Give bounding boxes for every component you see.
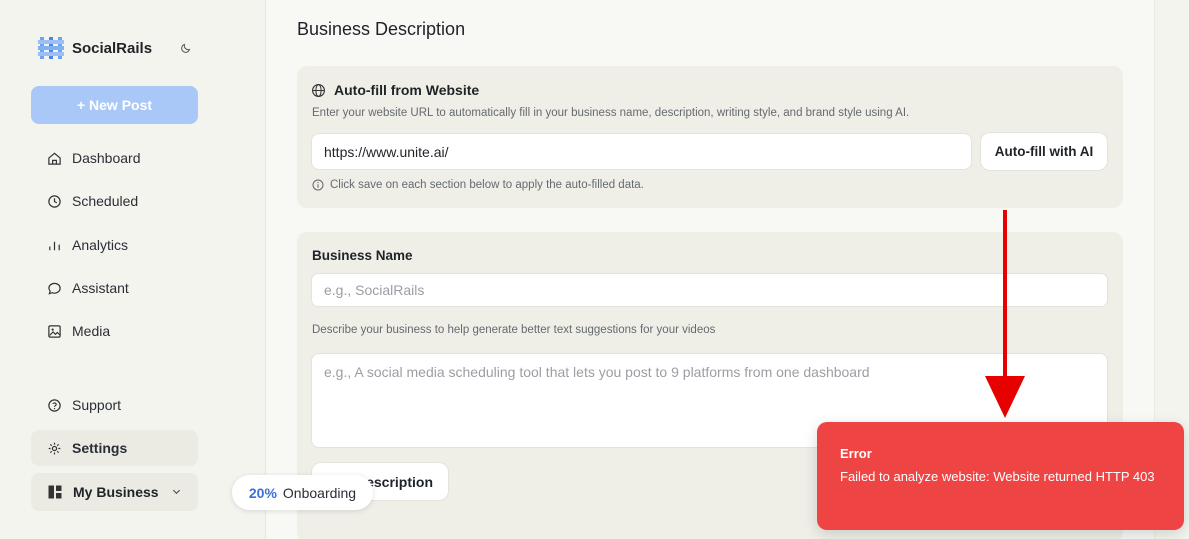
sidebar-item-dashboard[interactable]: Dashboard — [31, 140, 198, 176]
my-business-label: My Business — [73, 484, 159, 500]
sidebar-item-label: Media — [72, 323, 111, 339]
onboarding-percent: 20% — [248, 484, 277, 501]
sidebar-item-scheduled[interactable]: Scheduled — [31, 183, 198, 219]
sidebar-item-label: Support — [72, 397, 122, 413]
bar-chart-icon — [49, 241, 60, 250]
sidebar-item-label: Scheduled — [72, 193, 139, 209]
sidebar-item-support[interactable]: Support — [31, 387, 198, 423]
my-business-selector[interactable]: My Business — [31, 473, 198, 511]
autofill-hint: Click save on each section below to appl… — [312, 179, 644, 191]
sidebar-item-label: Dashboard — [72, 150, 141, 166]
website-url-input[interactable] — [311, 133, 972, 170]
chevron-down-icon — [172, 489, 181, 495]
autofill-title: Auto-fill from Website — [311, 82, 479, 98]
new-post-label: + New Post — [76, 97, 153, 113]
sidebar-item-label: Settings — [72, 440, 128, 456]
image-icon — [48, 324, 61, 338]
help-circle-icon — [48, 398, 61, 412]
sidebar-item-analytics[interactable]: Analytics — [31, 227, 198, 263]
socialrails-logo-icon — [38, 37, 64, 59]
new-post-button[interactable]: + New Post — [31, 86, 198, 124]
clock-icon — [48, 194, 61, 208]
error-toast-title: Error — [840, 446, 872, 461]
business-name-label: Business Name — [312, 248, 413, 263]
sidebar-item-label: Assistant — [72, 280, 129, 296]
business-description-label: Describe your business to help generate … — [312, 324, 716, 336]
brand[interactable]: SocialRails — [38, 36, 152, 60]
onboarding-progress-pill[interactable]: 20% Onboarding — [232, 475, 373, 510]
gear-icon — [48, 442, 61, 454]
info-icon — [312, 179, 324, 191]
sidebar: SocialRails + New Post Dashboard Schedul… — [0, 0, 266, 539]
globe-icon — [312, 83, 325, 97]
sidebar-item-label: Analytics — [72, 237, 129, 253]
autofill-hint-text: Click save on each section below to appl… — [330, 179, 644, 191]
sidebar-item-media[interactable]: Media — [31, 313, 198, 349]
sidebar-item-settings[interactable]: Settings — [31, 430, 198, 466]
home-icon — [48, 152, 61, 165]
red-arrow-annotation — [985, 210, 1025, 418]
moon-icon[interactable] — [180, 42, 192, 54]
page-title: Business Description — [297, 19, 466, 39]
autofill-description: Enter your website URL to automatically … — [312, 107, 910, 119]
chat-bubble-icon — [48, 282, 61, 295]
sidebar-item-assistant[interactable]: Assistant — [31, 270, 198, 306]
layout-icon — [48, 485, 62, 499]
onboarding-label: Onboarding — [282, 484, 357, 501]
error-toast: Error Failed to analyze website: Website… — [817, 422, 1184, 530]
autofill-with-ai-button[interactable]: Auto-fill with AI — [980, 132, 1108, 171]
autofill-title-text: Auto-fill from Website — [334, 82, 480, 98]
error-toast-message: Failed to analyze website: Website retur… — [840, 469, 1155, 484]
brand-name: SocialRails — [72, 39, 153, 57]
